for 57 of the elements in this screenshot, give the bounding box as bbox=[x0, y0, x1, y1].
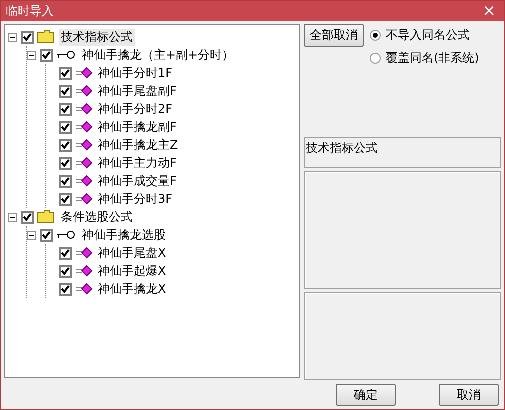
dialog-button[interactable]: 确定 bbox=[336, 384, 396, 406]
formula-icon bbox=[75, 193, 93, 206]
formula-icon bbox=[75, 67, 93, 80]
checkbox[interactable] bbox=[59, 120, 72, 134]
tree-item[interactable]: 神仙手尾盘X bbox=[96, 244, 168, 262]
folder-icon bbox=[37, 30, 55, 44]
key-icon bbox=[56, 50, 76, 60]
collapse-toggle[interactable] bbox=[8, 32, 17, 42]
tree-item[interactable]: 神仙手分时2F bbox=[96, 100, 175, 118]
formula-icon bbox=[75, 283, 93, 296]
tree-item[interactable]: 神仙手成交量F bbox=[96, 172, 179, 190]
tree-item[interactable]: 神仙手擒龙（主+副+分时） bbox=[80, 46, 236, 64]
deselect-all-button[interactable]: 全部取消 bbox=[304, 24, 364, 48]
tree-item[interactable]: 神仙手起爆X bbox=[96, 262, 168, 280]
formula-icon bbox=[75, 139, 93, 152]
close-button[interactable]: × bbox=[478, 3, 500, 20]
formula-icon bbox=[75, 175, 93, 188]
checkbox[interactable] bbox=[59, 282, 72, 296]
tree-item[interactable]: 神仙手尾盘副F bbox=[96, 82, 179, 100]
checkbox[interactable] bbox=[59, 174, 72, 188]
formula-icon bbox=[75, 265, 93, 278]
dialog-button[interactable]: 取消 bbox=[439, 384, 499, 406]
checkbox[interactable] bbox=[59, 264, 72, 278]
formula-icon bbox=[75, 121, 93, 134]
formula-icon bbox=[75, 157, 93, 170]
checkbox[interactable] bbox=[40, 48, 53, 62]
checkbox[interactable] bbox=[59, 156, 72, 170]
formula-icon bbox=[75, 247, 93, 260]
tree-item[interactable]: 神仙手分时3F bbox=[96, 190, 175, 208]
checkbox[interactable] bbox=[21, 30, 34, 44]
checkbox[interactable] bbox=[59, 102, 72, 116]
window-title: 临时导入 bbox=[6, 2, 54, 20]
formula-icon bbox=[75, 85, 93, 98]
category-label: 技术指标公式 bbox=[304, 137, 501, 168]
tree-item[interactable]: 神仙手主力动F bbox=[96, 154, 179, 172]
formula-icon bbox=[75, 103, 93, 116]
key-icon bbox=[56, 230, 76, 240]
checkbox[interactable] bbox=[59, 192, 72, 206]
checkbox[interactable] bbox=[40, 228, 53, 242]
checkbox[interactable] bbox=[21, 210, 34, 224]
collapse-toggle[interactable] bbox=[27, 50, 36, 60]
tree-item[interactable]: 神仙手擒龙副F bbox=[96, 118, 179, 136]
tree-item[interactable]: 条件选股公式 bbox=[59, 208, 135, 226]
tree-item[interactable]: 神仙手擒龙X bbox=[96, 280, 168, 298]
tree-item[interactable]: 神仙手擒龙选股 bbox=[80, 226, 168, 244]
checkbox[interactable] bbox=[59, 66, 72, 80]
checkbox[interactable] bbox=[59, 84, 72, 98]
folder-icon bbox=[37, 210, 55, 224]
checkbox[interactable] bbox=[59, 138, 72, 152]
radio-option[interactable]: 覆盖同名(非系统) bbox=[370, 50, 480, 68]
collapse-toggle[interactable] bbox=[8, 212, 17, 222]
tree-item[interactable]: 神仙手分时1F bbox=[96, 64, 175, 82]
collapse-toggle[interactable] bbox=[27, 230, 36, 240]
radio-option[interactable]: 不导入同名公式 bbox=[370, 27, 480, 44]
tree-item[interactable]: 神仙手擒龙主Z bbox=[96, 136, 180, 154]
tree-item[interactable]: 技术指标公式 bbox=[59, 28, 135, 46]
checkbox[interactable] bbox=[59, 246, 72, 260]
